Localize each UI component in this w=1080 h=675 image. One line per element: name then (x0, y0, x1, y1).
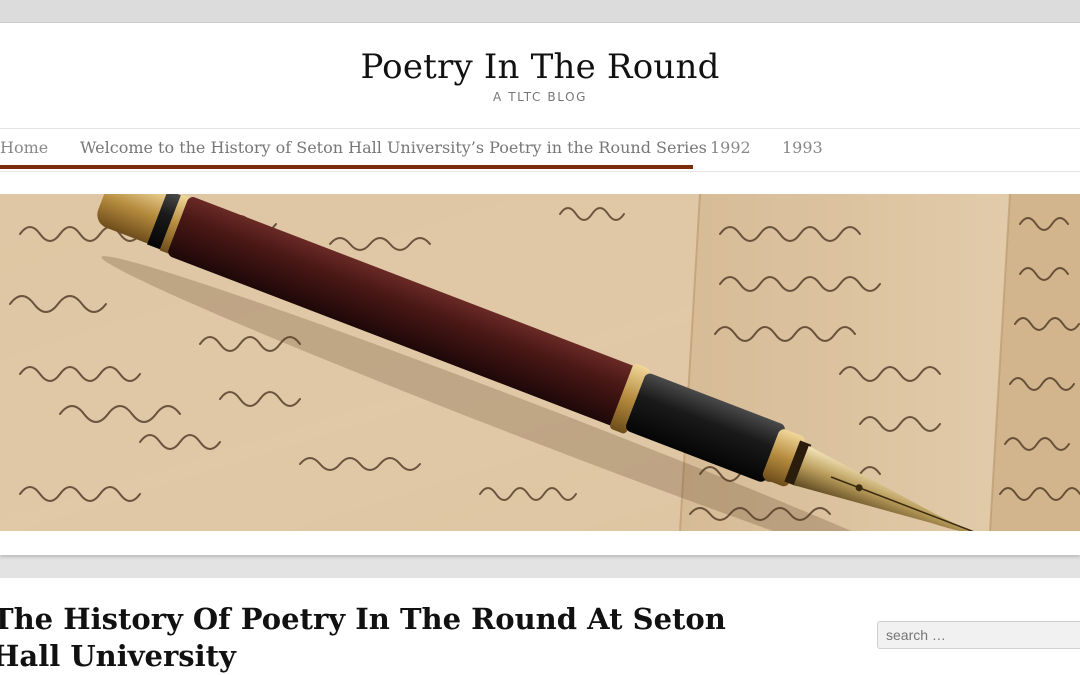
pen-and-letters-illustration (0, 194, 1080, 531)
top-strip (0, 0, 1080, 23)
nav-item-1992[interactable]: 1992 (710, 129, 751, 171)
site-description: A TLTC BLOG (492, 90, 588, 104)
nav-item-1993[interactable]: 1993 (782, 129, 823, 171)
header-image (0, 194, 1080, 531)
search-input[interactable] (877, 621, 1080, 649)
site-title[interactable]: Poetry In The Round (0, 47, 1080, 87)
post-title[interactable]: The History Of Poetry In The Round At Se… (0, 601, 752, 675)
active-nav-underline (0, 165, 693, 169)
